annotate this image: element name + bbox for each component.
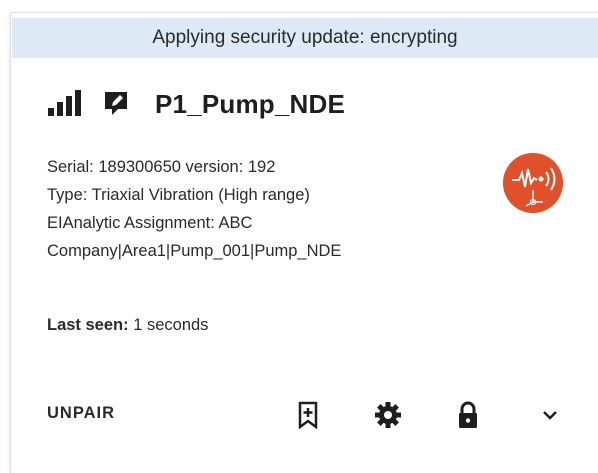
type-text: Type: Triaxial Vibration (High range): [47, 186, 310, 204]
assignment-text: EIAnalytic Assignment: ABC: [47, 214, 253, 232]
triaxial-vibration-icon: [503, 153, 563, 213]
bookmark-add-icon[interactable]: [293, 400, 323, 430]
edit-icon[interactable]: [101, 89, 131, 119]
last-seen-value: 1 seconds: [133, 316, 209, 334]
lock-icon[interactable]: [453, 400, 483, 430]
signal-strength-icon: [48, 90, 81, 116]
assignment-path-text: Company|Area1|Pump_001|Pump_NDE: [47, 242, 342, 260]
chevron-down-icon[interactable]: [535, 400, 565, 430]
status-banner-text: Applying security update: encrypting: [152, 27, 458, 48]
device-details: Serial: 189300650 version: 192 Type: Tri…: [47, 153, 341, 265]
status-banner: Applying security update: encrypting: [12, 18, 598, 58]
device-title-row: P1_Pump_NDE: [47, 86, 345, 122]
device-name: P1_Pump_NDE: [155, 88, 346, 119]
gear-icon[interactable]: [373, 400, 403, 430]
serial-text: Serial: 189300650 version: 192: [47, 158, 276, 176]
last-seen: Last seen: 1 seconds: [47, 316, 208, 335]
unpair-button[interactable]: UNPAIR: [47, 404, 115, 423]
last-seen-label: Last seen:: [47, 316, 129, 334]
